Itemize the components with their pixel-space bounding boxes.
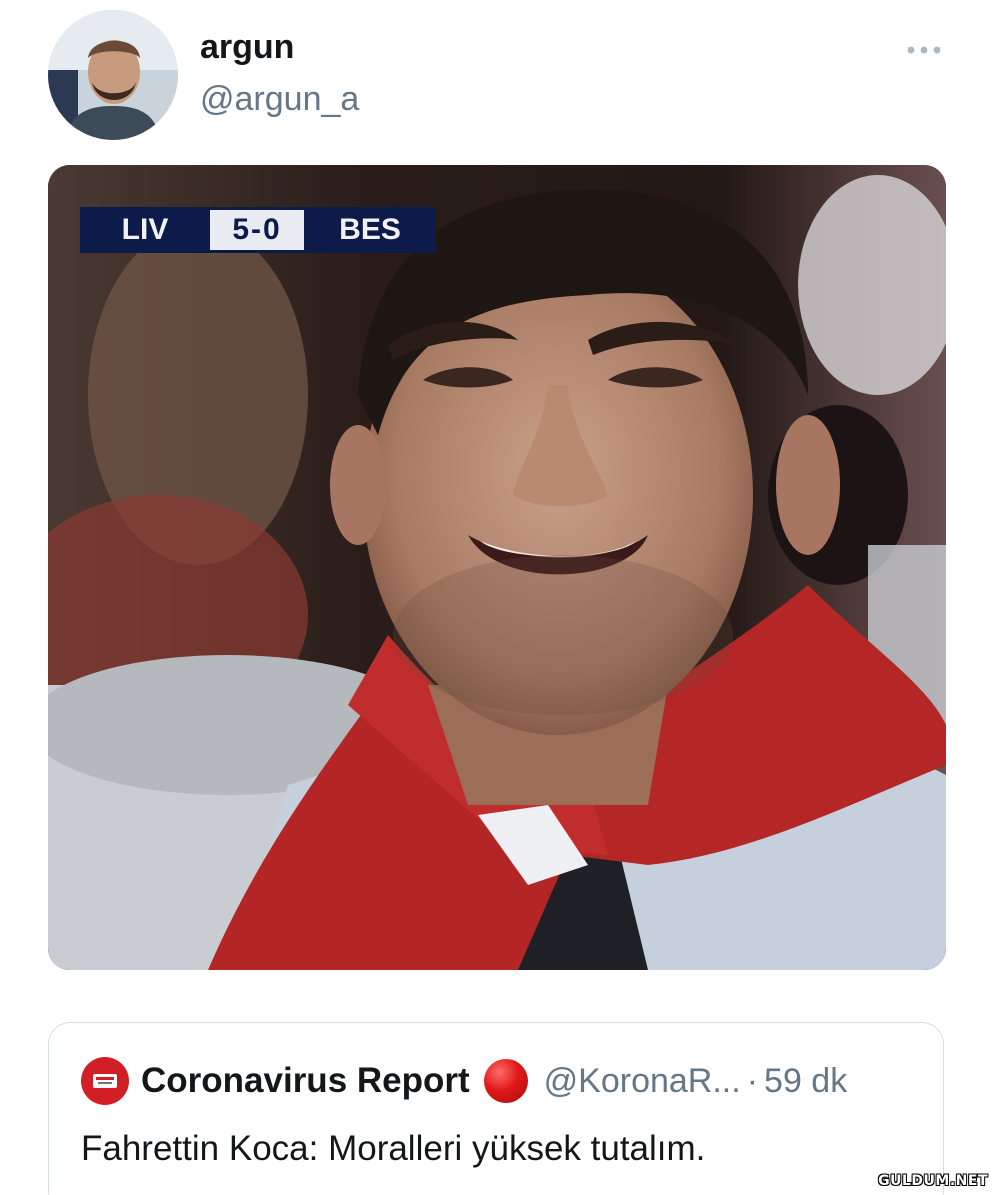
quoted-tweet-text: Fahrettin Koca: Moralleri yüksek tutalım… xyxy=(81,1129,706,1168)
tweet-page: argun @argun_a LIV 5-0 BES Coronavirus R… xyxy=(0,0,994,1195)
scoreboard-score: 5-0 xyxy=(210,210,304,250)
scoreboard-home-team: LIV xyxy=(121,213,169,246)
author-display-name[interactable]: argun xyxy=(200,30,294,64)
quoted-tweet-header: Coronavirus Report @KoronaR... · 59 dk xyxy=(81,1057,847,1105)
quoted-tweet-separator: · xyxy=(746,1061,759,1100)
scoreboard-overlay: LIV 5-0 BES xyxy=(80,207,436,253)
quoted-tweet-display-name[interactable]: Coronavirus Report xyxy=(141,1061,470,1101)
quoted-tweet-timestamp[interactable]: 59 dk xyxy=(764,1062,847,1101)
quoted-tweet-avatar[interactable] xyxy=(81,1057,129,1105)
scoreboard-away-team: BES xyxy=(339,213,401,246)
tweet-media-image[interactable]: LIV 5-0 BES xyxy=(48,165,946,970)
site-watermark: GULDUM.NET xyxy=(878,1173,988,1189)
more-horizontal-icon xyxy=(907,46,941,54)
more-options-button[interactable] xyxy=(906,40,942,60)
avatar-photo xyxy=(48,10,178,140)
quoted-tweet-handle[interactable]: @KoronaR... xyxy=(544,1062,741,1101)
author-handle[interactable]: @argun_a xyxy=(200,82,359,116)
author-avatar[interactable] xyxy=(48,10,178,140)
news-logo-icon xyxy=(93,1074,117,1088)
red-circle-icon xyxy=(483,1059,528,1103)
quoted-tweet-card[interactable]: Coronavirus Report @KoronaR... · 59 dk F… xyxy=(48,1022,944,1195)
photo-illustration xyxy=(48,165,946,970)
